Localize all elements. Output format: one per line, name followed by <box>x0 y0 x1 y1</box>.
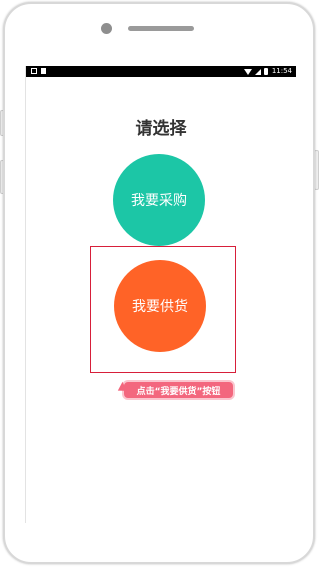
supply-button-label: 我要供货 <box>132 299 188 315</box>
page-title: 请选择 <box>135 119 187 139</box>
front-camera-icon <box>101 23 112 34</box>
notification-icon <box>41 68 46 74</box>
guide-tooltip: 点击“我要供货”按钮 <box>115 380 235 400</box>
earpiece-speaker <box>128 26 194 31</box>
image-icon <box>31 68 37 74</box>
wifi-icon <box>243 68 252 75</box>
status-bar: 11:54 <box>26 66 296 77</box>
app-screen: 11:54 请选择 我要采购 我要供货 点击“我要供货”按钮 <box>25 66 296 523</box>
status-time: 11:54 <box>271 67 292 75</box>
supply-button[interactable]: 我要供货 <box>114 260 206 352</box>
guide-tooltip-text: 点击“我要供货”按钮 <box>136 386 221 397</box>
buy-button-label: 我要采购 <box>131 193 187 209</box>
battery-icon <box>263 68 268 75</box>
buy-button[interactable]: 我要采购 <box>113 154 205 246</box>
signal-icon <box>254 68 261 75</box>
tooltip-pointer <box>115 381 127 395</box>
